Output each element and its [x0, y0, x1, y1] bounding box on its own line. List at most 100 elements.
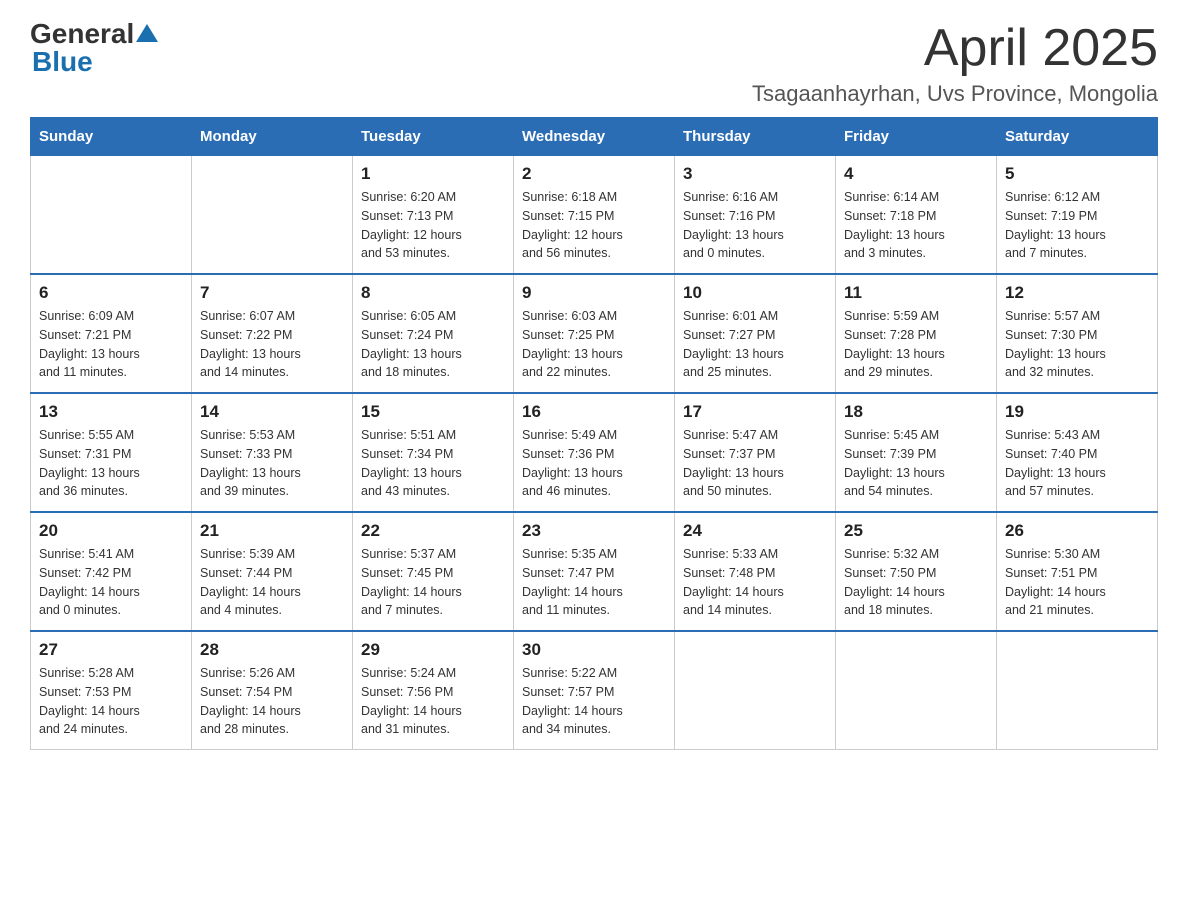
- calendar-week-row: 20 Sunrise: 5:41 AM Sunset: 7:42 PM Dayli…: [31, 512, 1158, 631]
- day-number: 5: [1005, 164, 1149, 184]
- day-number: 11: [844, 283, 988, 303]
- calendar-cell: 29 Sunrise: 5:24 AM Sunset: 7:56 PM Dayli…: [353, 631, 514, 750]
- month-title: April 2025: [752, 20, 1158, 77]
- calendar-cell: 15 Sunrise: 5:51 AM Sunset: 7:34 PM Dayli…: [353, 393, 514, 512]
- logo: General Blue: [30, 20, 158, 76]
- day-number: 25: [844, 521, 988, 541]
- calendar-cell: 28 Sunrise: 5:26 AM Sunset: 7:54 PM Dayli…: [192, 631, 353, 750]
- day-number: 10: [683, 283, 827, 303]
- day-info: Sunrise: 5:43 AM Sunset: 7:40 PM Dayligh…: [1005, 426, 1149, 501]
- calendar-cell: 27 Sunrise: 5:28 AM Sunset: 7:53 PM Dayli…: [31, 631, 192, 750]
- day-info: Sunrise: 5:32 AM Sunset: 7:50 PM Dayligh…: [844, 545, 988, 620]
- day-number: 21: [200, 521, 344, 541]
- day-info: Sunrise: 6:20 AM Sunset: 7:13 PM Dayligh…: [361, 188, 505, 263]
- day-info: Sunrise: 5:22 AM Sunset: 7:57 PM Dayligh…: [522, 664, 666, 739]
- calendar-cell: 8Sunrise: 6:05 AM Sunset: 7:24 PM Daylig…: [353, 274, 514, 393]
- day-number: 19: [1005, 402, 1149, 422]
- weekday-header-thursday: Thursday: [675, 118, 836, 156]
- day-number: 2: [522, 164, 666, 184]
- day-info: Sunrise: 5:26 AM Sunset: 7:54 PM Dayligh…: [200, 664, 344, 739]
- calendar-cell: 11Sunrise: 5:59 AM Sunset: 7:28 PM Dayli…: [836, 274, 997, 393]
- day-info: Sunrise: 5:37 AM Sunset: 7:45 PM Dayligh…: [361, 545, 505, 620]
- calendar-cell: 9 Sunrise: 6:03 AM Sunset: 7:25 PM Daylig…: [514, 274, 675, 393]
- day-info: Sunrise: 6:03 AM Sunset: 7:25 PM Dayligh…: [522, 307, 666, 382]
- day-number: 23: [522, 521, 666, 541]
- day-number: 26: [1005, 521, 1149, 541]
- day-info: Sunrise: 5:55 AM Sunset: 7:31 PM Dayligh…: [39, 426, 183, 501]
- day-info: Sunrise: 5:33 AM Sunset: 7:48 PM Dayligh…: [683, 545, 827, 620]
- calendar-week-row: 13 Sunrise: 5:55 AM Sunset: 7:31 PM Dayli…: [31, 393, 1158, 512]
- weekday-header-tuesday: Tuesday: [353, 118, 514, 156]
- day-number: 1: [361, 164, 505, 184]
- calendar-cell: [997, 631, 1158, 750]
- calendar-week-row: 1 Sunrise: 6:20 AM Sunset: 7:13 PM Daylig…: [31, 156, 1158, 275]
- day-number: 9: [522, 283, 666, 303]
- calendar-cell: 17 Sunrise: 5:47 AM Sunset: 7:37 PM Dayli…: [675, 393, 836, 512]
- calendar-cell: 26 Sunrise: 5:30 AM Sunset: 7:51 PM Dayli…: [997, 512, 1158, 631]
- location-subtitle: Tsagaanhayrhan, Uvs Province, Mongolia: [752, 81, 1158, 107]
- day-number: 24: [683, 521, 827, 541]
- calendar-cell: 22 Sunrise: 5:37 AM Sunset: 7:45 PM Dayli…: [353, 512, 514, 631]
- calendar-week-row: 6Sunrise: 6:09 AM Sunset: 7:21 PM Daylig…: [31, 274, 1158, 393]
- day-number: 13: [39, 402, 183, 422]
- day-info: Sunrise: 5:51 AM Sunset: 7:34 PM Dayligh…: [361, 426, 505, 501]
- day-info: Sunrise: 6:01 AM Sunset: 7:27 PM Dayligh…: [683, 307, 827, 382]
- calendar-cell: 13 Sunrise: 5:55 AM Sunset: 7:31 PM Dayli…: [31, 393, 192, 512]
- calendar-cell: 16 Sunrise: 5:49 AM Sunset: 7:36 PM Dayli…: [514, 393, 675, 512]
- day-number: 27: [39, 640, 183, 660]
- weekday-header-friday: Friday: [836, 118, 997, 156]
- day-info: Sunrise: 6:18 AM Sunset: 7:15 PM Dayligh…: [522, 188, 666, 263]
- calendar-cell: 20 Sunrise: 5:41 AM Sunset: 7:42 PM Dayli…: [31, 512, 192, 631]
- day-info: Sunrise: 6:07 AM Sunset: 7:22 PM Dayligh…: [200, 307, 344, 382]
- day-number: 16: [522, 402, 666, 422]
- day-info: Sunrise: 5:47 AM Sunset: 7:37 PM Dayligh…: [683, 426, 827, 501]
- weekday-header-row: SundayMondayTuesdayWednesdayThursdayFrid…: [31, 118, 1158, 156]
- day-number: 15: [361, 402, 505, 422]
- day-info: Sunrise: 5:49 AM Sunset: 7:36 PM Dayligh…: [522, 426, 666, 501]
- day-number: 29: [361, 640, 505, 660]
- calendar-cell: 4Sunrise: 6:14 AM Sunset: 7:18 PM Daylig…: [836, 156, 997, 275]
- day-number: 18: [844, 402, 988, 422]
- calendar-cell: 12Sunrise: 5:57 AM Sunset: 7:30 PM Dayli…: [997, 274, 1158, 393]
- calendar-cell: 18 Sunrise: 5:45 AM Sunset: 7:39 PM Dayli…: [836, 393, 997, 512]
- day-number: 12: [1005, 283, 1149, 303]
- weekday-header-monday: Monday: [192, 118, 353, 156]
- page-header: General Blue April 2025 Tsagaanhayrhan, …: [30, 20, 1158, 107]
- day-number: 30: [522, 640, 666, 660]
- day-info: Sunrise: 6:05 AM Sunset: 7:24 PM Dayligh…: [361, 307, 505, 382]
- calendar-cell: 3 Sunrise: 6:16 AM Sunset: 7:16 PM Daylig…: [675, 156, 836, 275]
- title-block: April 2025 Tsagaanhayrhan, Uvs Province,…: [752, 20, 1158, 107]
- calendar-cell: [31, 156, 192, 275]
- day-number: 6: [39, 283, 183, 303]
- calendar-week-row: 27 Sunrise: 5:28 AM Sunset: 7:53 PM Dayli…: [31, 631, 1158, 750]
- day-number: 22: [361, 521, 505, 541]
- day-info: Sunrise: 6:16 AM Sunset: 7:16 PM Dayligh…: [683, 188, 827, 263]
- day-info: Sunrise: 5:35 AM Sunset: 7:47 PM Dayligh…: [522, 545, 666, 620]
- calendar-cell: 10 Sunrise: 6:01 AM Sunset: 7:27 PM Dayli…: [675, 274, 836, 393]
- day-info: Sunrise: 5:28 AM Sunset: 7:53 PM Dayligh…: [39, 664, 183, 739]
- day-number: 28: [200, 640, 344, 660]
- calendar-table: SundayMondayTuesdayWednesdayThursdayFrid…: [30, 117, 1158, 750]
- calendar-cell: 19 Sunrise: 5:43 AM Sunset: 7:40 PM Dayli…: [997, 393, 1158, 512]
- weekday-header-saturday: Saturday: [997, 118, 1158, 156]
- logo-triangle-icon: [136, 22, 158, 44]
- day-info: Sunrise: 5:41 AM Sunset: 7:42 PM Dayligh…: [39, 545, 183, 620]
- day-info: Sunrise: 6:14 AM Sunset: 7:18 PM Dayligh…: [844, 188, 988, 263]
- day-number: 17: [683, 402, 827, 422]
- day-info: Sunrise: 5:30 AM Sunset: 7:51 PM Dayligh…: [1005, 545, 1149, 620]
- calendar-cell: [675, 631, 836, 750]
- calendar-cell: [192, 156, 353, 275]
- day-info: Sunrise: 5:24 AM Sunset: 7:56 PM Dayligh…: [361, 664, 505, 739]
- logo-blue-text: Blue: [32, 46, 93, 77]
- day-info: Sunrise: 5:45 AM Sunset: 7:39 PM Dayligh…: [844, 426, 988, 501]
- calendar-cell: 2 Sunrise: 6:18 AM Sunset: 7:15 PM Daylig…: [514, 156, 675, 275]
- day-number: 20: [39, 521, 183, 541]
- day-number: 3: [683, 164, 827, 184]
- calendar-cell: 5Sunrise: 6:12 AM Sunset: 7:19 PM Daylig…: [997, 156, 1158, 275]
- calendar-cell: 25 Sunrise: 5:32 AM Sunset: 7:50 PM Dayli…: [836, 512, 997, 631]
- calendar-cell: 14Sunrise: 5:53 AM Sunset: 7:33 PM Dayli…: [192, 393, 353, 512]
- calendar-cell: 7Sunrise: 6:07 AM Sunset: 7:22 PM Daylig…: [192, 274, 353, 393]
- logo-block: General Blue: [30, 20, 158, 76]
- day-number: 14: [200, 402, 344, 422]
- weekday-header-sunday: Sunday: [31, 118, 192, 156]
